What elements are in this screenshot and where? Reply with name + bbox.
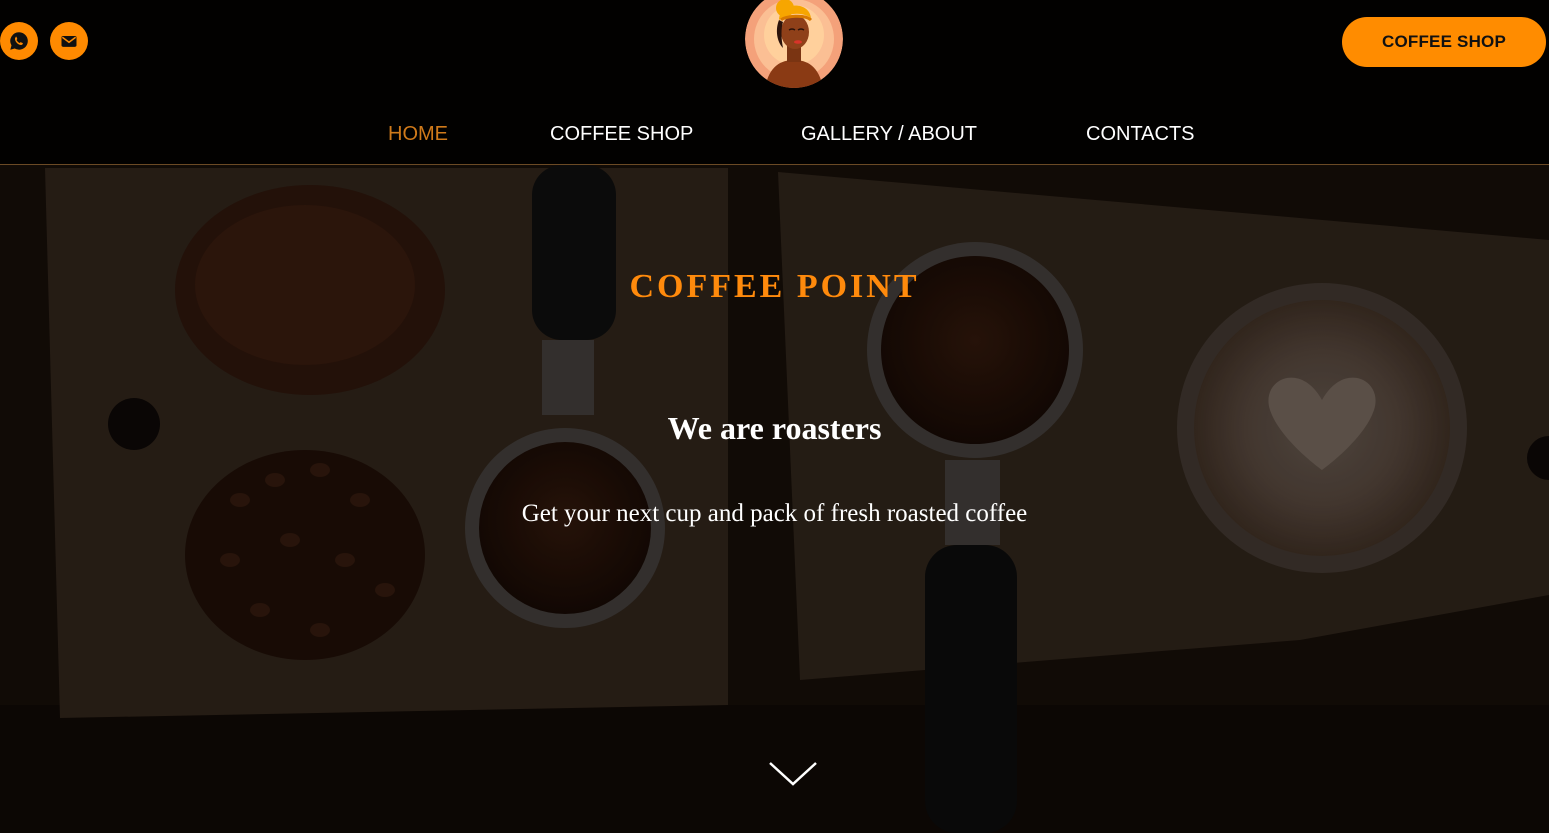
hero-background-image [0,165,1549,833]
mail-icon [61,36,77,47]
nav-item-coffee-shop[interactable]: COFFEE SHOP [550,123,693,146]
whatsapp-button[interactable] [0,22,38,60]
nav-item-gallery-about[interactable]: GALLERY / ABOUT [801,123,977,146]
mail-button[interactable] [50,22,88,60]
hero-text: Get your next cup and pack of fresh roas… [521,500,1028,527]
hero-title: COFFEE POINT [629,268,920,305]
hero-section: COFFEE POINT We are roasters Get your ne… [0,165,1549,833]
nav-item-home[interactable]: HOME [388,123,448,146]
main-nav: HOME COFFEE SHOP GALLERY / ABOUT CONTACT… [0,123,1549,147]
whatsapp-icon [10,32,28,50]
site-header: COFFEE SHOP HOME COFFEE SHOP GALLERY / A… [0,0,1549,165]
brand-logo[interactable] [745,0,843,88]
woman-avatar-icon [745,0,843,88]
chevron-down-icon [769,762,817,786]
nav-item-contacts[interactable]: CONTACTS [1086,123,1195,146]
hero-subtitle: We are roasters [667,410,882,446]
scroll-down-button[interactable] [768,760,818,793]
coffee-shop-cta-button[interactable]: COFFEE SHOP [1342,17,1546,67]
